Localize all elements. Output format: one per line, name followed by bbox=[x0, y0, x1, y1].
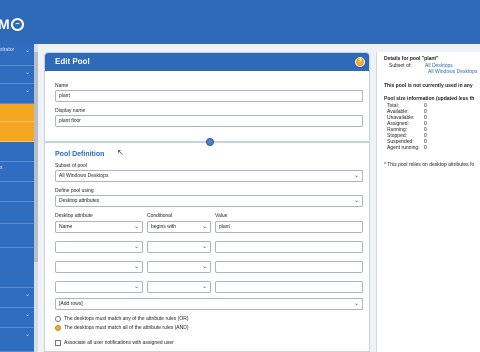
radio-match-any[interactable] bbox=[55, 316, 61, 322]
chevron-down-icon: ⌄ bbox=[133, 284, 139, 290]
attribute-select[interactable]: Name ⌄ bbox=[55, 221, 143, 233]
define-label: Define pool using bbox=[55, 188, 94, 194]
stat-value: 0 bbox=[424, 145, 427, 151]
chevron-down-icon: ⌄ bbox=[201, 284, 207, 290]
chevron-down-icon: ⌄ bbox=[24, 70, 30, 76]
conditional-select[interactable]: ⌄ bbox=[147, 261, 211, 273]
chevron-down-icon: ⌄ bbox=[353, 173, 359, 179]
conditional-value: begins with bbox=[151, 224, 177, 230]
sidebar-item[interactable]: ⌄ bbox=[0, 66, 34, 84]
logo-text: M bbox=[0, 16, 10, 32]
edit-pool-panel: Edit Pool ? Name plant Display name plan… bbox=[44, 52, 370, 352]
add-rows-value: [Add rows] bbox=[59, 301, 83, 307]
sidebar-item[interactable]: ⌄ bbox=[0, 328, 34, 352]
name-field[interactable]: plant bbox=[55, 90, 363, 102]
scrollbar-thumb[interactable] bbox=[34, 52, 38, 262]
chevron-down-icon: ⌄ bbox=[24, 312, 30, 318]
section-title: Pool Definition bbox=[55, 151, 105, 158]
chevron-down-icon: ⌄ bbox=[24, 88, 30, 94]
radio-match-any-label: The desktops must match any of the attri… bbox=[64, 316, 189, 322]
chevron-down-icon: ⌄ bbox=[201, 224, 207, 230]
subset-of-label: Subset of: bbox=[389, 63, 412, 69]
associate-notifications-label: Associate all user notifications with as… bbox=[64, 340, 174, 346]
attribute-select[interactable]: ⌄ bbox=[55, 261, 143, 273]
panel-title: Edit Pool bbox=[55, 57, 90, 66]
sidebar-item-active-sub[interactable] bbox=[0, 122, 34, 142]
sidebar-item[interactable]: ⌄ bbox=[0, 288, 34, 308]
sidebar-item[interactable]: ⌄ bbox=[0, 308, 34, 328]
pool-size-info-title: Pool size information (updated less th bbox=[384, 96, 475, 102]
attribute-select[interactable]: ⌄ bbox=[55, 241, 143, 253]
define-select[interactable]: Desktop attributes ⌄ bbox=[55, 195, 363, 207]
chevron-down-icon: ⌄ bbox=[353, 198, 359, 204]
stat-label: Agent running: bbox=[387, 145, 420, 151]
col-conditional-header: Conditional bbox=[147, 213, 173, 219]
subset-select[interactable]: All Windows Desktops ⌄ bbox=[55, 170, 363, 182]
display-name-field[interactable]: plant floor bbox=[55, 115, 363, 127]
col-attribute-header: Desktop attribute bbox=[55, 213, 93, 219]
value-field[interactable] bbox=[215, 241, 363, 253]
details-pane: Details for pool "plant" Subset of: All … bbox=[376, 52, 480, 352]
subset-link-all-windows-desktops[interactable]: All Windows Desktops bbox=[428, 69, 477, 75]
chevron-down-icon: ⌄ bbox=[24, 48, 30, 54]
desktop-attributes-note: * This pool relies on desktop attributes… bbox=[384, 162, 475, 168]
sidebar-item[interactable] bbox=[0, 182, 34, 202]
associate-notifications-checkbox[interactable] bbox=[55, 340, 61, 346]
sidebar: strator ⌄ ⌄ ⌄ s ⌄ ⌄ ⌄ bbox=[0, 44, 34, 352]
conditional-select[interactable]: begins with ⌄ bbox=[147, 221, 211, 233]
display-name-label: Display name bbox=[55, 108, 86, 114]
attribute-value: Name bbox=[59, 224, 73, 230]
top-bar bbox=[0, 0, 480, 44]
app-logo[interactable]: M bbox=[0, 14, 24, 34]
chevron-down-icon: ⌄ bbox=[24, 292, 30, 298]
chevron-down-icon: ⌄ bbox=[133, 244, 139, 250]
value-field[interactable] bbox=[215, 261, 363, 273]
mouse-cursor-icon: ↖ bbox=[117, 148, 124, 157]
sidebar-item[interactable] bbox=[0, 224, 34, 248]
sidebar-item-administrator[interactable]: strator ⌄ bbox=[0, 44, 34, 66]
sidebar-item-active[interactable] bbox=[0, 104, 34, 122]
sidebar-item[interactable] bbox=[0, 202, 34, 224]
conditional-select[interactable]: ⌄ bbox=[147, 241, 211, 253]
splitter-handle[interactable] bbox=[206, 138, 214, 146]
value-field[interactable] bbox=[215, 281, 363, 293]
sidebar-item[interactable] bbox=[0, 248, 34, 288]
sidebar-scrollbar[interactable] bbox=[34, 44, 38, 352]
value-field[interactable]: plant bbox=[215, 221, 363, 233]
col-value-header: Value bbox=[215, 213, 228, 219]
chevron-down-icon: ⌄ bbox=[24, 332, 30, 338]
subset-select-value: All Windows Desktops bbox=[59, 173, 109, 179]
pool-usage-note: This pool is not currently used in any bbox=[384, 83, 473, 89]
subset-label: Subset of pool bbox=[55, 163, 87, 169]
attribute-select[interactable]: ⌄ bbox=[55, 281, 143, 293]
chevron-down-icon: ⌄ bbox=[133, 264, 139, 270]
sidebar-item[interactable]: ⌄ bbox=[0, 84, 34, 104]
radio-match-all-label: The desktops must match all of the attri… bbox=[64, 325, 189, 331]
panel-header: Edit Pool ? bbox=[45, 53, 369, 71]
radio-match-all[interactable] bbox=[55, 325, 61, 331]
chevron-down-icon: ⌄ bbox=[353, 301, 359, 307]
sidebar-item[interactable] bbox=[0, 142, 34, 162]
sidebar-item-s[interactable]: s bbox=[0, 162, 34, 182]
chevron-down-icon: ⌄ bbox=[201, 264, 207, 270]
add-rows-select[interactable]: [Add rows] ⌄ bbox=[55, 298, 363, 310]
chevron-down-icon: ⌄ bbox=[201, 244, 207, 250]
sidebar-item-label: strator bbox=[0, 47, 15, 53]
name-label: Name bbox=[55, 83, 69, 89]
sidebar-item-label: s bbox=[0, 165, 3, 171]
conditional-select[interactable]: ⌄ bbox=[147, 281, 211, 293]
help-icon[interactable]: ? bbox=[355, 57, 365, 67]
define-select-value: Desktop attributes bbox=[59, 198, 100, 204]
chevron-down-icon: ⌄ bbox=[133, 224, 139, 230]
details-title: Details for pool "plant" bbox=[384, 56, 439, 62]
logo-mark-icon bbox=[10, 17, 24, 31]
